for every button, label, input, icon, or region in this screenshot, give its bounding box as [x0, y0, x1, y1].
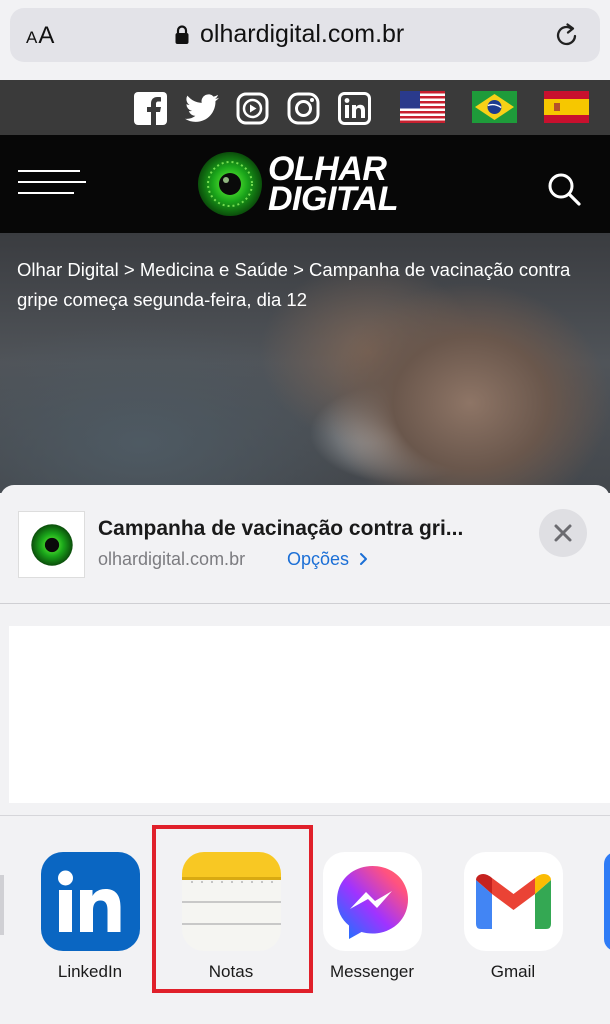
close-button[interactable]	[539, 509, 587, 557]
gmail-app-icon	[463, 852, 563, 951]
close-icon	[554, 524, 572, 542]
youtube-icon[interactable]	[236, 92, 269, 125]
reload-icon[interactable]	[553, 21, 581, 49]
logo-eye-icon	[31, 524, 73, 566]
app-label: Gmail	[490, 962, 536, 981]
social-bar	[0, 80, 610, 135]
linkedin-icon[interactable]	[338, 92, 371, 125]
site-header: OLHAR DIGITAL	[0, 135, 610, 233]
browser-toolbar: AA olhardigital.com.br	[0, 0, 610, 80]
share-app-gmail[interactable]: Gmail	[463, 852, 563, 982]
facebook-icon[interactable]	[134, 92, 167, 125]
logo-eye-icon	[198, 152, 262, 216]
chevron-right-icon	[360, 553, 368, 565]
breadcrumb[interactable]: Olhar Digital > Medicina e Saúde > Campa…	[17, 255, 597, 315]
address-bar[interactable]: AA olhardigital.com.br	[10, 8, 600, 62]
menu-icon[interactable]	[18, 167, 86, 197]
lock-icon	[175, 25, 189, 44]
page-thumbnail	[18, 511, 85, 578]
linkedin-logo-icon	[57, 870, 120, 932]
share-app-messenger[interactable]: Messenger	[322, 852, 422, 982]
messenger-logo-icon	[336, 866, 408, 939]
partial-app-icon[interactable]	[604, 852, 610, 951]
twitter-icon[interactable]	[185, 94, 219, 123]
logo-text: OLHAR DIGITAL	[268, 150, 398, 218]
partial-app-icon	[0, 875, 4, 935]
messenger-app-icon	[322, 852, 422, 951]
linkedin-app-icon	[40, 852, 140, 951]
brazil-flag-icon[interactable]	[472, 91, 517, 123]
highlight-box	[152, 825, 313, 993]
instagram-icon[interactable]	[287, 92, 320, 125]
share-app-linkedin[interactable]: LinkedIn	[40, 852, 140, 982]
share-title: Campanha de vacinação contra gri...	[98, 517, 464, 540]
site-logo[interactable]: OLHAR DIGITAL	[196, 150, 426, 220]
text-size-button[interactable]: AA	[26, 22, 55, 50]
share-header: Campanha de vacinação contra gri... olha…	[0, 485, 610, 603]
options-label: Opções	[287, 549, 350, 569]
share-domain: olhardigital.com.br	[98, 549, 246, 569]
gmail-logo-icon	[475, 874, 551, 929]
app-label: LinkedIn	[57, 962, 123, 981]
divider	[0, 815, 610, 816]
contacts-row	[9, 626, 610, 803]
spain-flag-icon[interactable]	[544, 91, 589, 123]
us-flag-icon[interactable]	[400, 91, 445, 123]
url-text: olhardigital.com.br	[200, 20, 405, 48]
search-icon[interactable]	[546, 171, 582, 207]
divider	[0, 603, 610, 604]
app-label: Messenger	[329, 962, 415, 981]
hero-image: Olhar Digital > Medicina e Saúde > Campa…	[0, 233, 610, 493]
share-sheet: Campanha de vacinação contra gri... olha…	[0, 485, 610, 1024]
options-link[interactable]: Opções	[287, 549, 369, 570]
